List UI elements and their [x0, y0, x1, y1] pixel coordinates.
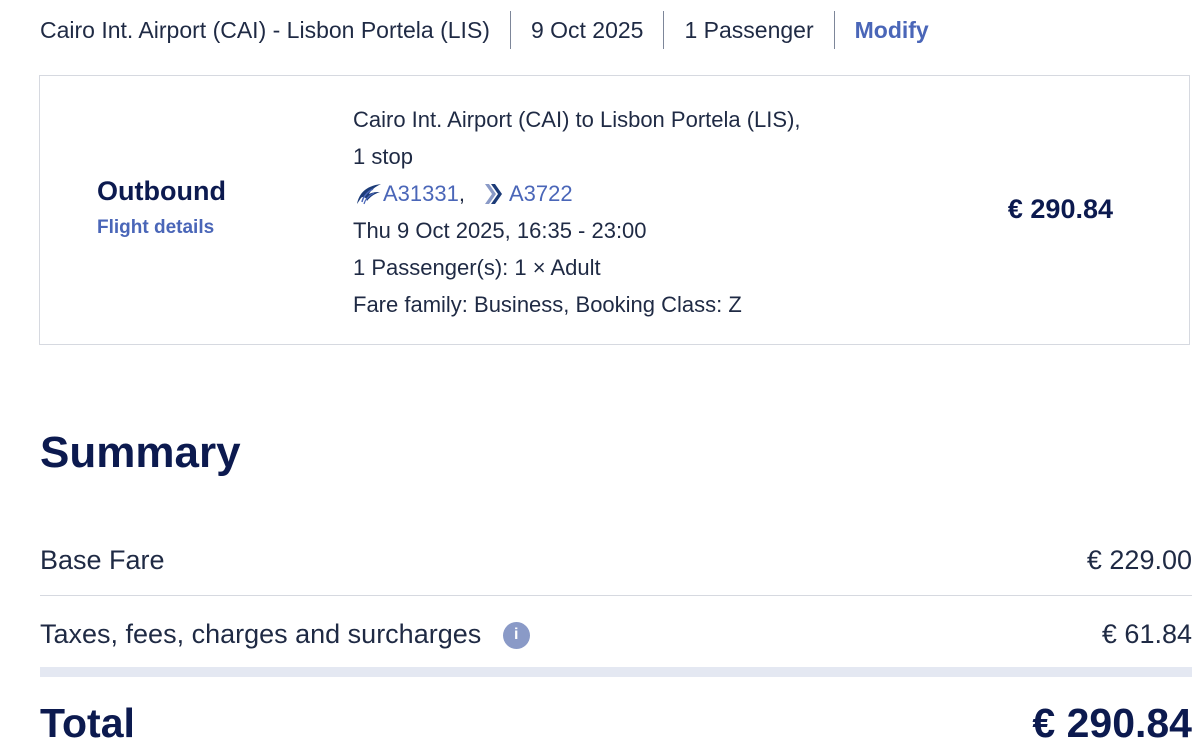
- summary-title: Summary: [40, 428, 241, 477]
- booking-summary-page: Cairo Int. Airport (CAI) - Lisbon Portel…: [0, 0, 1200, 755]
- stops-text: 1 stop: [353, 144, 413, 169]
- taxes-value: € 61.84: [1101, 618, 1192, 649]
- flight-separator: ,: [458, 181, 465, 206]
- total-label: Total: [40, 699, 135, 746]
- flight-details-link[interactable]: Flight details: [97, 217, 214, 239]
- total-divider: [40, 667, 1192, 677]
- flight-number-link[interactable]: A31331: [383, 175, 459, 212]
- route-text: Cairo Int. Airport (CAI) - Lisbon Portel…: [40, 16, 490, 43]
- outbound-title: Outbound: [97, 176, 226, 206]
- passenger-count-text: 1 Passenger: [663, 11, 833, 49]
- outbound-flight-card: Outbound Flight details Cairo Int. Airpo…: [39, 75, 1190, 345]
- taxes-label: Taxes, fees, charges and surcharges: [40, 618, 482, 649]
- info-icon[interactable]: i: [502, 621, 530, 649]
- route-line: Cairo Int. Airport (CAI) to Lisbon Porte…: [353, 107, 801, 132]
- fare-text: Fare family: Business, Booking Class: Z: [353, 292, 742, 317]
- taxes-row: Taxes, fees, charges and surcharges i € …: [40, 612, 1192, 656]
- flight-info-column: Cairo Int. Airport (CAI) to Lisbon Porte…: [353, 101, 801, 323]
- total-value: € 290.84: [1032, 699, 1192, 746]
- base-fare-value: € 229.00: [1086, 544, 1192, 575]
- schedule-text: Thu 9 Oct 2025, 16:35 - 23:00: [353, 218, 647, 243]
- modify-link[interactable]: Modify: [833, 11, 949, 49]
- date-text: 9 Oct 2025: [509, 11, 664, 49]
- search-summary-bar: Cairo Int. Airport (CAI) - Lisbon Portel…: [40, 10, 949, 50]
- outbound-label-column: Outbound Flight details: [97, 176, 226, 239]
- flight-numbers: A31331 , A3722: [353, 175, 801, 212]
- flight-number-link[interactable]: A3722: [509, 175, 573, 212]
- aegean-chevron-icon: [479, 180, 509, 208]
- base-fare-row: Base Fare € 229.00: [40, 538, 1192, 582]
- base-fare-label: Base Fare: [40, 544, 165, 575]
- taxes-label-group: Taxes, fees, charges and surcharges i: [40, 619, 530, 650]
- outbound-price: € 290.84: [1007, 194, 1113, 224]
- total-row: Total € 290.84: [40, 695, 1192, 751]
- row-divider: [40, 595, 1192, 596]
- egyptair-falcon-icon: [353, 180, 383, 208]
- passengers-text: 1 Passenger(s): 1 × Adult: [353, 255, 601, 280]
